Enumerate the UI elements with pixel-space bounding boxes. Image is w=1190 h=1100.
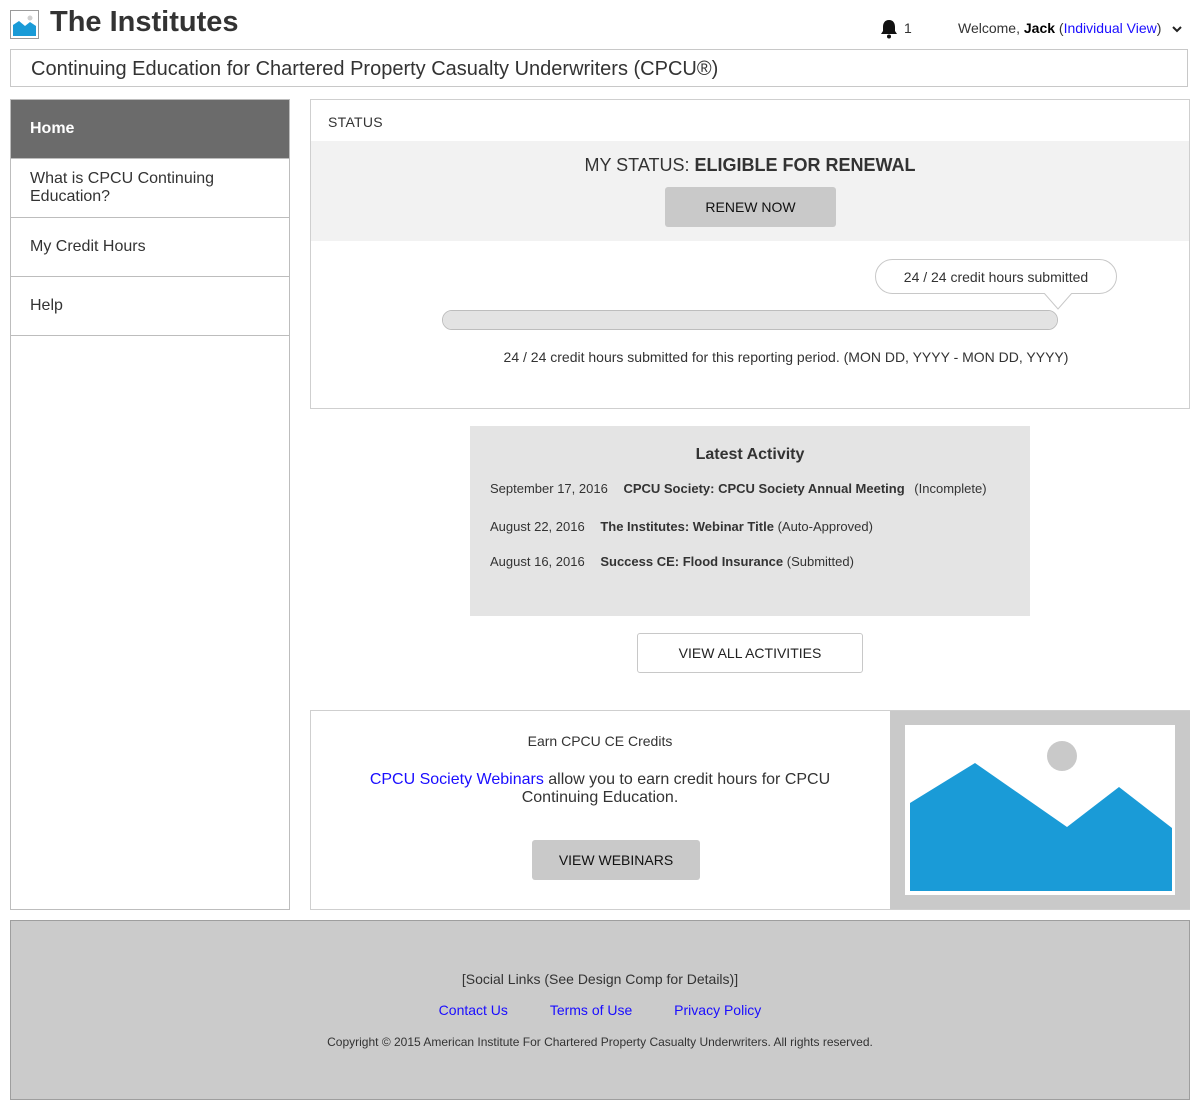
individual-view-link[interactable]: Individual View xyxy=(1064,20,1157,36)
activity-date: September 17, 2016 xyxy=(490,481,608,496)
privacy-policy-link[interactable]: Privacy Policy xyxy=(674,1002,761,1018)
credit-hours-bubble: 24 / 24 credit hours submitted xyxy=(875,259,1117,294)
welcome-prefix: Welcome, xyxy=(958,20,1024,36)
view-paren-open: ( xyxy=(1055,20,1064,36)
earn-credits-panel: Earn CPCU CE Credits CPCU Society Webina… xyxy=(310,710,1190,910)
sidebar-item-home[interactable]: Home xyxy=(11,100,289,159)
view-paren-close: ) xyxy=(1156,20,1162,36)
terms-of-use-link[interactable]: Terms of Use xyxy=(550,1002,632,1018)
page-footer: [Social Links (See Design Comp for Detai… xyxy=(10,920,1190,1100)
cpcu-society-webinars-link[interactable]: CPCU Society Webinars xyxy=(370,771,544,788)
activity-row[interactable]: August 16, 2016 Success CE: Flood Insura… xyxy=(490,554,854,569)
footer-links: Contact Us Terms of Use Privacy Policy xyxy=(11,1002,1189,1018)
notification-bell-icon[interactable] xyxy=(878,18,900,40)
view-all-activities-button[interactable]: VIEW ALL ACTIVITIES xyxy=(637,633,863,673)
activity-date: August 16, 2016 xyxy=(490,554,585,569)
my-status-prefix: MY STATUS: xyxy=(584,155,695,175)
view-webinars-button[interactable]: VIEW WEBINARS xyxy=(532,840,700,880)
activity-status: (Submitted) xyxy=(786,554,854,569)
activity-row[interactable]: August 22, 2016 The Institutes: Webinar … xyxy=(490,519,873,534)
notification-count[interactable]: 1 xyxy=(904,20,912,36)
earn-credits-body: allow you to earn credit hours for CPCU … xyxy=(521,771,831,806)
credit-hours-progress-fill xyxy=(443,311,1057,329)
latest-activity-title: Latest Activity xyxy=(695,446,805,463)
page-title: Continuing Education for Chartered Prope… xyxy=(31,58,719,80)
page-title-bar: Continuing Education for Chartered Prope… xyxy=(10,49,1188,87)
status-section-label: STATUS xyxy=(328,114,383,130)
activity-row[interactable]: September 17, 2016 CPCU Society: CPCU So… xyxy=(490,481,987,496)
credit-hours-progress-bar xyxy=(442,310,1058,330)
sidebar-nav: Home What is CPCU Continuing Education? … xyxy=(10,99,290,910)
status-band: MY STATUS: ELIGIBLE FOR RENEWAL RENEW NO… xyxy=(311,141,1189,241)
activity-name[interactable]: The Institutes: Webinar Title xyxy=(600,519,774,534)
contact-us-link[interactable]: Contact Us xyxy=(439,1002,508,1018)
placeholder-image-icon xyxy=(905,725,1175,895)
progress-caption: 24 / 24 credit hours submitted for this … xyxy=(311,349,1189,365)
copyright-text: Copyright © 2015 American Institute For … xyxy=(327,1035,873,1049)
activity-name[interactable]: CPCU Society: CPCU Society Annual Meetin… xyxy=(623,481,904,496)
social-links-placeholder: [Social Links (See Design Comp for Detai… xyxy=(461,971,739,987)
status-panel: STATUS MY STATUS: ELIGIBLE FOR RENEWAL R… xyxy=(310,99,1190,409)
progress-caption-text: 24 / 24 credit hours submitted for this … xyxy=(503,349,1069,365)
sidebar-item-what-is-cpcu-ce[interactable]: What is CPCU Continuing Education? xyxy=(11,159,289,218)
renew-now-button[interactable]: RENEW NOW xyxy=(665,187,836,227)
my-status-heading: MY STATUS: ELIGIBLE FOR RENEWAL xyxy=(311,155,1189,176)
brand-title[interactable]: The Institutes xyxy=(50,6,239,39)
earn-credits-title: Earn CPCU CE Credits xyxy=(527,733,673,749)
user-name: Jack xyxy=(1023,20,1056,36)
my-status-value: ELIGIBLE FOR RENEWAL xyxy=(694,155,916,175)
sidebar-item-help[interactable]: Help xyxy=(11,277,289,336)
bubble-pointer xyxy=(1043,293,1073,310)
chevron-down-icon[interactable] xyxy=(1171,24,1183,34)
activity-date: August 22, 2016 xyxy=(490,519,585,534)
promo-image-frame xyxy=(890,711,1190,909)
institutes-logo-icon xyxy=(10,10,39,39)
latest-activity-panel: Latest Activity September 17, 2016 CPCU … xyxy=(470,426,1030,616)
sidebar-item-my-credit-hours[interactable]: My Credit Hours xyxy=(11,218,289,277)
activity-status: (Incomplete) xyxy=(914,481,987,496)
earn-credits-text: CPCU Society Webinars allow you to earn … xyxy=(351,771,849,807)
activity-status: (Auto-Approved) xyxy=(777,519,873,534)
activity-name[interactable]: Success CE: Flood Insurance xyxy=(600,554,783,569)
welcome-message: Welcome, Jack (Individual View) xyxy=(958,20,1161,36)
